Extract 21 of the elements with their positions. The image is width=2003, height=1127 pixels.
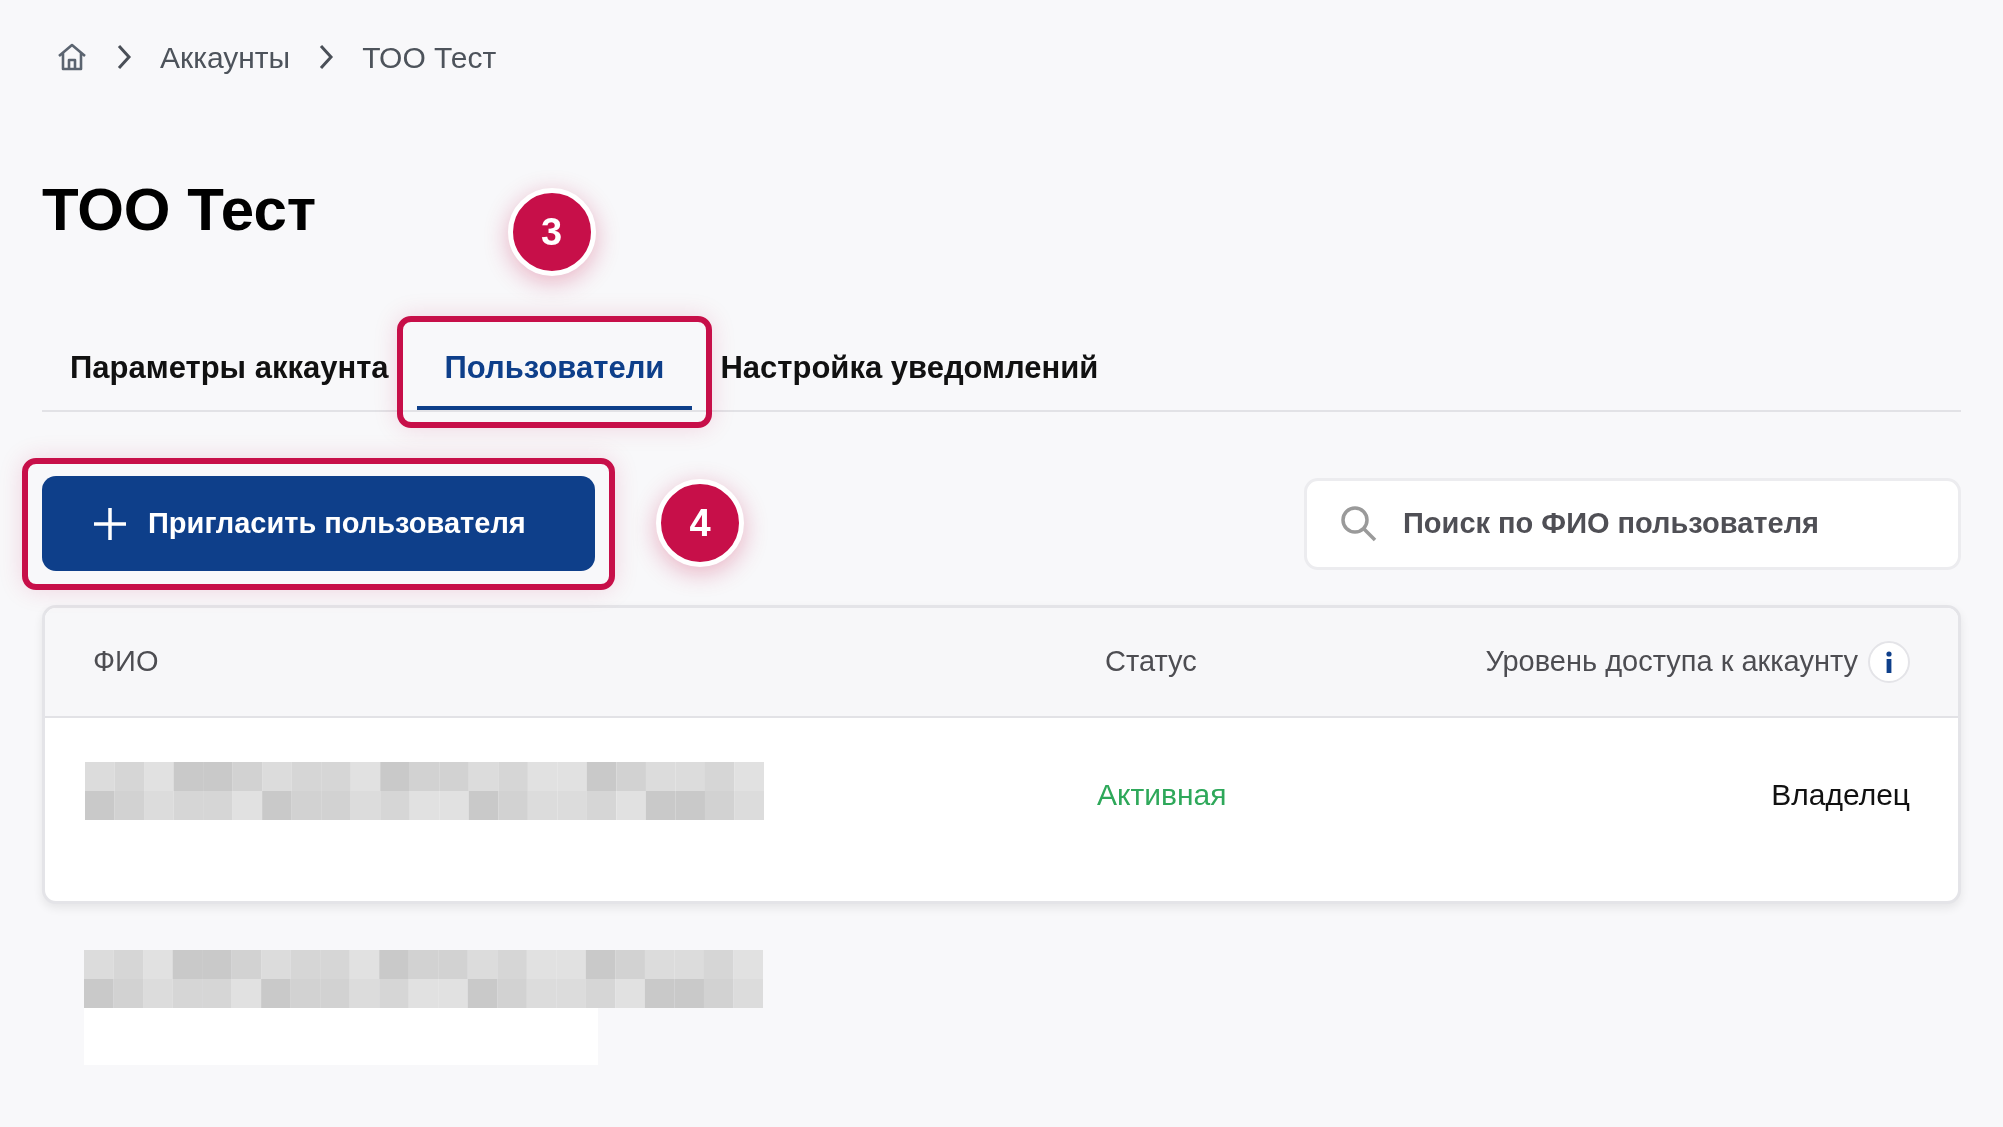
invite-button[interactable]: Пригласить пользователя <box>42 476 595 571</box>
column-header: ФИО <box>93 644 159 680</box>
tab[interactable]: Пользователи <box>416 330 693 410</box>
breadcrumb-link[interactable]: Аккаунты <box>160 34 291 80</box>
tab[interactable]: Параметры аккаунта <box>42 330 417 410</box>
column-header: Уровень доступа к аккаунту <box>1485 644 1858 680</box>
chevron-right-icon <box>318 43 335 71</box>
column-header: Статус <box>1105 644 1197 680</box>
info-icon[interactable] <box>1868 641 1910 683</box>
status-text: Активная <box>1097 778 1227 811</box>
table-cell: Владелец <box>1771 778 1910 811</box>
step-badge: 3 <box>507 188 596 276</box>
search-field[interactable]: Поиск по ФИО пользователя <box>1304 477 1961 570</box>
home-icon[interactable] <box>56 42 88 72</box>
plus-icon <box>92 505 128 542</box>
chevron-right-icon <box>116 43 132 71</box>
step-badge: 4 <box>656 479 744 567</box>
breadcrumb-current: ТОО Тест <box>362 39 497 76</box>
page-title: ТОО Тест <box>42 175 317 245</box>
search-icon <box>1340 504 1378 543</box>
tab[interactable]: Настройка уведомлений <box>692 330 1127 410</box>
